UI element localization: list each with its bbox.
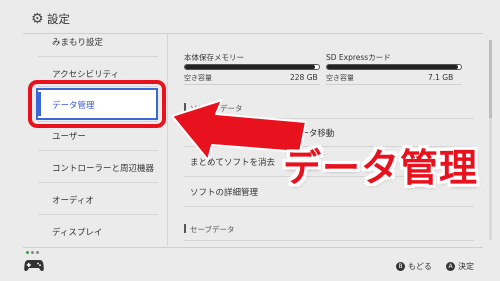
pane-divider [167,34,168,246]
sidebar-divider [38,121,158,122]
sidebar-item-parental-controls[interactable]: みまもり設定 [52,36,103,48]
sidebar-item-users[interactable]: ユーザー [52,130,86,142]
list-divider [184,240,474,241]
internal-storage-fill [185,65,315,69]
gear-icon: ⚙ [31,11,44,27]
section-heading-label: セーブデータ [190,225,235,234]
sidebar-item-controllers[interactable]: コントローラーと周辺機器 [52,162,154,174]
callout-label: データ管理 [283,146,479,190]
sidebar-divider [38,150,158,151]
internal-storage-label: 本体保存メモリー [184,53,244,62]
header-bar: ⚙ 設定 [0,0,500,34]
sidebar-divider [38,56,158,57]
storage-divider [326,84,462,85]
page-title: 設定 [47,12,70,26]
scrollbar-thumb[interactable] [489,40,492,118]
back-button[interactable]: もどる [408,261,432,272]
section-heading-software: ソフトのデータ [184,103,243,114]
sd-card-label: SD Expressカード [326,53,391,62]
b-button-icon: B [396,262,405,271]
a-button-icon: A [446,262,455,271]
controller-icon [24,260,44,271]
sidebar-item-accessibility[interactable]: アクセシビリティ [52,68,119,80]
storage-divider [184,84,320,85]
list-divider [184,118,474,119]
section-heading-label: ソフトのデータ [190,104,243,113]
internal-free-label: 空き容量 [184,74,212,82]
sd-card-bar [326,64,462,70]
list-divider [184,206,474,207]
sd-free-value: 7.1 GB [428,73,454,82]
menu-item-software-details[interactable]: ソフトの詳細管理 [190,186,258,198]
ok-button[interactable]: 決定 [458,261,474,272]
sidebar-divider [38,182,158,183]
sidebar-divider [38,214,158,215]
sidebar-item-audio[interactable]: オーディオ [52,194,94,206]
menu-item-archive-software[interactable]: まとめてソフトを消去 [190,156,275,168]
sd-card-fill [327,65,459,69]
internal-storage-bar [184,64,320,70]
sidebar-item-display[interactable]: ディスプレイ [52,226,102,238]
footer-divider [23,247,483,248]
sd-free-label: 空き容量 [326,74,354,82]
internal-free-value: 228 GB [290,73,318,82]
section-heading-save-data: セーブデータ [184,224,235,235]
